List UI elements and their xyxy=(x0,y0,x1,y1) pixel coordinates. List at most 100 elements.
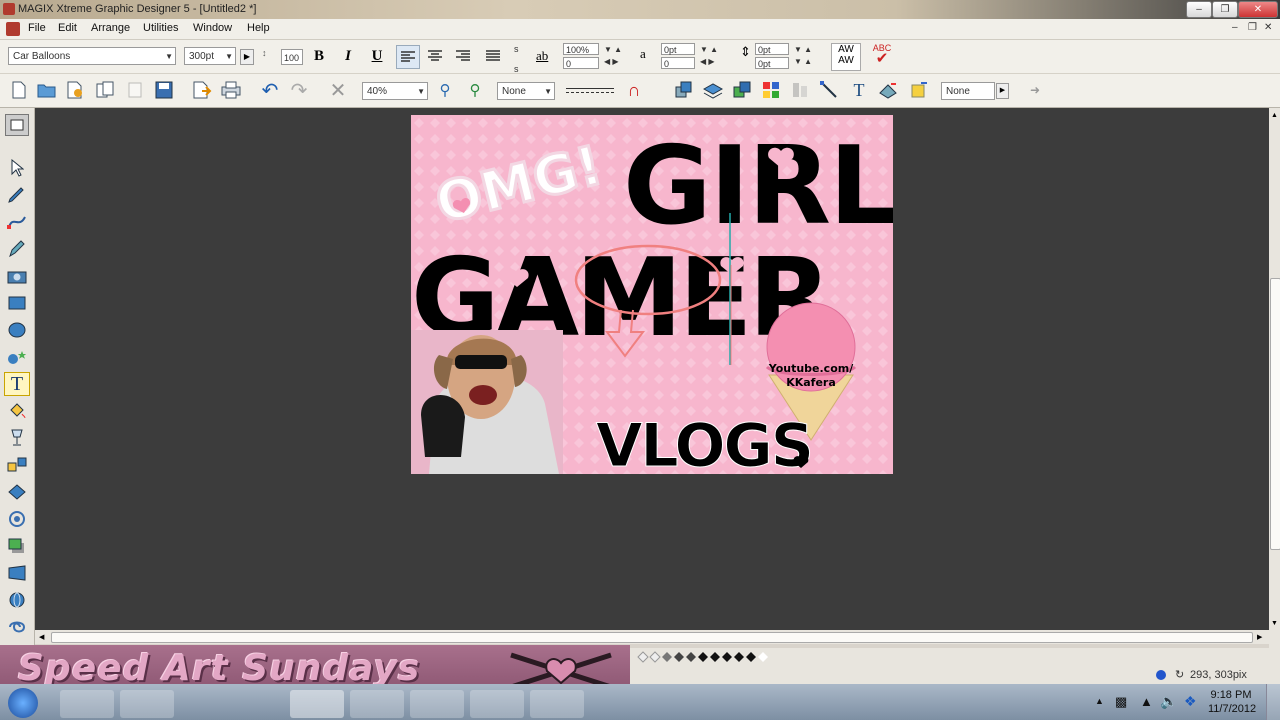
mould-tool[interactable] xyxy=(4,480,30,504)
font-size-select[interactable]: 300pt ▼ xyxy=(184,47,236,65)
shape-tool-button[interactable] xyxy=(818,79,840,101)
aspect-ratio-input[interactable]: 100 xyxy=(281,49,303,65)
fill-select[interactable]: None ▼ xyxy=(497,82,555,100)
taskbar-app-5[interactable] xyxy=(470,690,524,718)
spacing-above-input[interactable]: 0pt xyxy=(755,43,789,55)
bevel-tool[interactable] xyxy=(4,561,30,585)
menu-arrange[interactable]: Arrange xyxy=(91,22,130,34)
fill-tool[interactable] xyxy=(4,399,30,423)
underline-button[interactable]: U xyxy=(366,45,388,67)
tray-network-icon[interactable]: ▩ xyxy=(1115,694,1127,710)
shadow-select[interactable]: None xyxy=(941,82,995,100)
taskbar-app-active[interactable] xyxy=(290,690,344,718)
delete-button[interactable]: ✕ xyxy=(327,79,349,102)
horizontal-scrollbar[interactable]: ◀ ▶ xyxy=(35,630,1269,644)
superscript-icon[interactable]: s s xyxy=(514,44,519,74)
shadow-flyout-button[interactable]: ▶ xyxy=(996,83,1009,99)
effects-button[interactable] xyxy=(878,79,900,101)
zoom-previous-button[interactable]: ⚲ xyxy=(434,79,456,101)
3d-extrude-tool[interactable] xyxy=(4,588,30,612)
shape-editor-tool[interactable] xyxy=(4,210,30,234)
redo-button[interactable]: ↷ xyxy=(288,79,310,102)
undo-button[interactable]: ↶ xyxy=(259,79,281,102)
align-center-button[interactable] xyxy=(424,45,446,67)
scroll-up-icon[interactable]: ▲ xyxy=(1271,112,1278,119)
bold-button[interactable]: B xyxy=(308,45,330,67)
zoom-select[interactable]: 40% ▼ xyxy=(362,82,428,100)
line-style-selector[interactable] xyxy=(566,88,614,93)
baseline-spinner[interactable]: ▼ ▲ ◀ ▶ xyxy=(700,44,718,68)
freehand-tool[interactable] xyxy=(4,183,30,207)
new-document-button[interactable] xyxy=(8,79,30,101)
ellipse-tool[interactable] xyxy=(4,318,30,342)
combine-button[interactable] xyxy=(731,79,753,101)
taskbar-app-2[interactable] xyxy=(120,690,174,718)
selector-tool[interactable] xyxy=(4,156,30,180)
show-hidden-icons[interactable]: ▲ xyxy=(1095,696,1104,706)
minimize-button[interactable]: – xyxy=(1186,1,1212,18)
show-desktop-button[interactable] xyxy=(1266,684,1280,720)
baseline-icon[interactable]: ab xyxy=(536,48,548,64)
menu-utilities[interactable]: Utilities xyxy=(143,22,178,34)
refresh-icon[interactable]: ↻ xyxy=(1175,668,1184,681)
align-left-button[interactable] xyxy=(396,45,420,69)
close-document-button[interactable] xyxy=(124,79,146,101)
font-name-select[interactable]: Car Balloons ▼ xyxy=(8,47,176,65)
dropbox-icon[interactable]: ❖ xyxy=(1184,693,1197,710)
char-width-input-2[interactable]: 0 xyxy=(563,57,599,69)
doc-restore-icon[interactable]: ❐ xyxy=(1248,22,1257,33)
menu-edit[interactable]: Edit xyxy=(58,22,77,34)
taskbar-app-6[interactable] xyxy=(530,690,584,718)
font-size-flyout-button[interactable]: ▶ xyxy=(240,49,254,65)
gallery-toggle-button[interactable] xyxy=(5,114,29,136)
transparency-tool[interactable] xyxy=(4,426,30,450)
open-button[interactable] xyxy=(36,79,58,101)
app-icon[interactable] xyxy=(3,3,15,15)
zoom-tool-button[interactable]: ⚲ xyxy=(464,79,486,101)
color-tool-button[interactable] xyxy=(908,79,930,101)
arrow-right-icon[interactable]: ➜ xyxy=(1030,83,1040,97)
scroll-down-icon[interactable]: ▼ xyxy=(1271,620,1278,627)
document-icon[interactable] xyxy=(6,22,20,36)
close-button[interactable]: ✕ xyxy=(1238,1,1278,18)
export-button[interactable] xyxy=(191,79,213,101)
start-button[interactable] xyxy=(8,688,38,718)
baseline-shift-input-2[interactable]: 0 xyxy=(661,57,695,69)
kerning-button[interactable]: AW AW xyxy=(831,43,861,71)
snap-button[interactable]: ∩ xyxy=(623,79,645,101)
restore-button[interactable]: ❐ xyxy=(1212,1,1238,18)
contour-tool[interactable] xyxy=(4,507,30,531)
char-width-spinner[interactable]: ▼ ▲ ◀ ▶ xyxy=(604,44,622,68)
align-right-button[interactable] xyxy=(452,45,474,67)
taskbar-app-1[interactable] xyxy=(60,690,114,718)
tray-clock[interactable]: 9:18 PM 11/7/2012 xyxy=(1208,688,1256,716)
menu-window[interactable]: Window xyxy=(193,22,232,34)
justify-button[interactable] xyxy=(482,45,504,67)
vertical-scroll-thumb[interactable] xyxy=(1270,278,1280,550)
blend-tool[interactable] xyxy=(4,453,30,477)
text-to-path-button[interactable]: T xyxy=(848,79,870,101)
spacing-below-input[interactable]: 0pt xyxy=(755,57,789,69)
taskbar-app-3[interactable] xyxy=(350,690,404,718)
bring-front-button[interactable] xyxy=(673,79,695,101)
save-button[interactable] xyxy=(153,79,175,101)
vertical-scrollbar[interactable]: ▲ ▼ xyxy=(1269,108,1280,648)
color-line[interactable] xyxy=(630,650,780,664)
doc-close-icon[interactable]: ✕ xyxy=(1264,22,1272,33)
print-button[interactable] xyxy=(220,79,242,101)
doc-minimize-icon[interactable]: – xyxy=(1232,22,1238,33)
menu-file[interactable]: File xyxy=(28,22,46,34)
scroll-left-icon[interactable]: ◀ xyxy=(39,633,44,641)
photo-tool[interactable] xyxy=(4,264,30,288)
scroll-right-icon[interactable]: ▶ xyxy=(1257,633,1262,641)
italic-button[interactable]: I xyxy=(337,45,359,67)
volume-icon[interactable]: 🔈 xyxy=(1160,693,1177,710)
group-button[interactable] xyxy=(760,79,782,101)
spacing-spinner[interactable]: ▼ ▲ ▼ ▲ xyxy=(794,44,812,68)
char-width-input[interactable]: 100% xyxy=(563,43,599,55)
open-template-button[interactable] xyxy=(64,79,86,101)
shadow-tool[interactable] xyxy=(4,534,30,558)
pen-tool[interactable] xyxy=(4,237,30,261)
menu-help[interactable]: Help xyxy=(247,22,270,34)
horizontal-scroll-thumb[interactable] xyxy=(51,632,1253,643)
